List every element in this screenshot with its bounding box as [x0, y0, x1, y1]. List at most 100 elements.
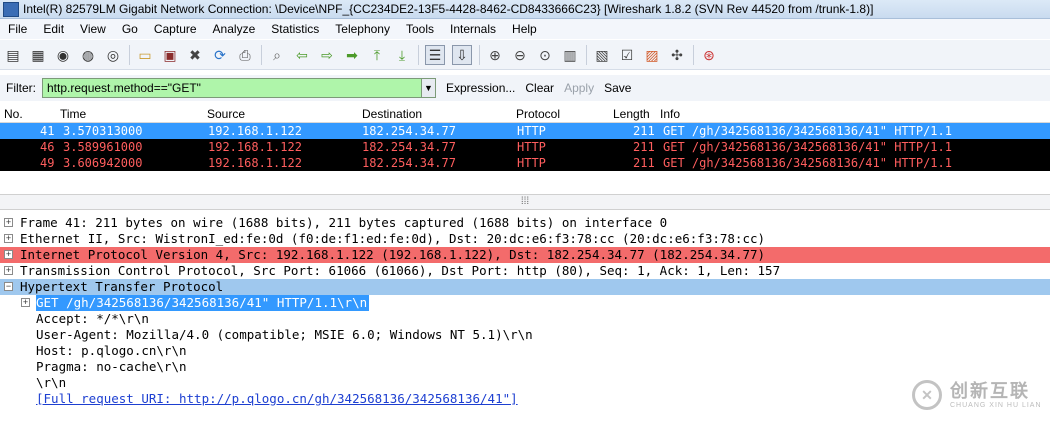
- packet-protocol: HTTP: [517, 140, 546, 154]
- reload-icon[interactable]: ⟳: [211, 46, 229, 64]
- watermark-text: 创新互联: [950, 380, 1030, 401]
- packet-row[interactable]: 49 3.606942000 192.168.1.122 182.254.34.…: [0, 155, 1050, 171]
- menu-internals[interactable]: Internals: [442, 22, 504, 36]
- packet-length: 211: [633, 156, 655, 170]
- expand-plus-icon[interactable]: +: [4, 234, 13, 243]
- watermark: ✕ 创新互联 CHUANG XIN HU LIAN: [912, 370, 1050, 420]
- menu-statistics[interactable]: Statistics: [263, 22, 327, 36]
- column-source[interactable]: Source: [207, 107, 245, 121]
- packet-no: 46: [40, 140, 55, 154]
- column-destination[interactable]: Destination: [362, 107, 422, 121]
- open-file-icon[interactable]: ▭: [136, 46, 154, 64]
- start-capture-icon[interactable]: ◉: [54, 46, 72, 64]
- column-time[interactable]: Time: [60, 107, 86, 121]
- restart-capture-icon[interactable]: ◎: [104, 46, 122, 64]
- packet-row[interactable]: 46 3.589961000 192.168.1.122 182.254.34.…: [0, 139, 1050, 155]
- menu-edit[interactable]: Edit: [35, 22, 72, 36]
- column-length[interactable]: Length: [613, 107, 650, 121]
- tree-row-host[interactable]: Host: p.qlogo.cn\r\n: [0, 343, 1050, 359]
- tree-row-label: Transmission Control Protocol, Src Port:…: [20, 263, 781, 278]
- packet-protocol: HTTP: [517, 124, 546, 138]
- save-button[interactable]: Save: [604, 81, 631, 95]
- expand-plus-icon[interactable]: +: [21, 298, 30, 307]
- go-to-packet-icon[interactable]: ➡: [343, 46, 361, 64]
- tree-row-crlf[interactable]: \r\n: [0, 375, 1050, 391]
- packet-length: 211: [633, 140, 655, 154]
- expand-plus-icon[interactable]: +: [4, 218, 13, 227]
- packet-source: 192.168.1.122: [208, 140, 302, 154]
- print-icon[interactable]: ⎙: [236, 46, 254, 64]
- menu-analyze[interactable]: Analyze: [205, 22, 264, 36]
- tree-row-request-line-container[interactable]: + GET /gh/342568136/342568136/41" HTTP/1…: [0, 295, 1050, 311]
- menu-go[interactable]: Go: [114, 22, 146, 36]
- expand-plus-icon[interactable]: +: [4, 266, 13, 275]
- tree-row-frame[interactable]: + Frame 41: 211 bytes on wire (1688 bits…: [0, 215, 1050, 231]
- packet-no: 49: [40, 156, 55, 170]
- tree-row-full-uri[interactable]: [Full request URI: http://p.qlogo.cn/gh/…: [0, 391, 1050, 407]
- column-protocol[interactable]: Protocol: [516, 107, 560, 121]
- wireshark-app-icon: [3, 1, 19, 17]
- menu-telephony[interactable]: Telephony: [327, 22, 398, 36]
- zoom-out-icon[interactable]: ⊖: [511, 46, 529, 64]
- packet-time: 3.606942000: [63, 156, 143, 170]
- tree-row-label: \r\n: [36, 375, 67, 390]
- find-packet-icon[interactable]: ⌕: [268, 46, 286, 64]
- window-title: Intel(R) 82579LM Gigabit Network Connect…: [23, 2, 874, 16]
- filter-dropdown-icon[interactable]: ▼: [422, 78, 436, 98]
- tree-row-label: Host: p.qlogo.cn\r\n: [36, 343, 187, 358]
- menu-file[interactable]: File: [0, 22, 35, 36]
- packet-row[interactable]: 41 3.570313000 192.168.1.122 182.254.34.…: [0, 123, 1050, 139]
- zoom-in-icon[interactable]: ⊕: [486, 46, 504, 64]
- clear-button[interactable]: Clear: [525, 81, 554, 95]
- tree-row-ethernet[interactable]: + Ethernet II, Src: WistronI_ed:fe:0d (f…: [0, 231, 1050, 247]
- go-last-icon[interactable]: ⤓: [393, 46, 411, 64]
- capture-filters-icon[interactable]: ▧: [593, 46, 611, 64]
- full-request-uri-link[interactable]: [Full request URI: http://p.qlogo.cn/gh/…: [36, 391, 518, 407]
- tree-row-accept[interactable]: Accept: */*\r\n: [0, 311, 1050, 327]
- close-file-icon[interactable]: ✖: [186, 46, 204, 64]
- tree-row-label: GET /gh/342568136/342568136/41" HTTP/1.1…: [36, 295, 370, 311]
- auto-scroll-icon[interactable]: ⇩: [452, 44, 472, 65]
- toolbar-separator: [586, 44, 587, 65]
- go-forward-icon[interactable]: ⇨: [318, 46, 336, 64]
- packet-protocol: HTTP: [517, 156, 546, 170]
- save-file-icon[interactable]: ▣: [161, 46, 179, 64]
- packet-destination: 182.254.34.77: [362, 140, 456, 154]
- interfaces-icon[interactable]: ▤: [4, 46, 22, 64]
- colorize-icon[interactable]: ☰: [425, 44, 445, 65]
- tree-row-tcp[interactable]: + Transmission Control Protocol, Src Por…: [0, 263, 1050, 279]
- menu-help[interactable]: Help: [504, 22, 545, 36]
- tree-row-label: Frame 41: 211 bytes on wire (1688 bits),…: [20, 215, 668, 230]
- toolbar-separator: [129, 44, 130, 65]
- tree-row-label: Pragma: no-cache\r\n: [36, 359, 187, 374]
- expand-plus-icon[interactable]: +: [4, 250, 13, 259]
- zoom-normal-icon[interactable]: ⊙: [536, 46, 554, 64]
- capture-options-icon[interactable]: ▦: [29, 46, 47, 64]
- help-icon[interactable]: ⊛: [700, 46, 718, 64]
- packet-source: 192.168.1.122: [208, 156, 302, 170]
- column-info[interactable]: Info: [660, 107, 680, 121]
- stop-capture-icon[interactable]: ◍: [79, 46, 97, 64]
- display-filter-input[interactable]: http.request.method=="GET": [42, 78, 422, 98]
- tree-row-user-agent[interactable]: User-Agent: Mozilla/4.0 (compatible; MSI…: [0, 327, 1050, 343]
- packet-no: 41: [40, 124, 55, 138]
- tree-row-http[interactable]: − Hypertext Transfer Protocol: [0, 279, 1050, 295]
- menu-view[interactable]: View: [72, 22, 114, 36]
- preferences-icon[interactable]: ✣: [668, 46, 686, 64]
- column-no[interactable]: No.: [4, 107, 23, 121]
- expression-button[interactable]: Expression...: [446, 81, 515, 95]
- resize-columns-icon[interactable]: ▥: [561, 46, 579, 64]
- title-bar: Intel(R) 82579LM Gigabit Network Connect…: [0, 0, 1050, 19]
- menu-tools[interactable]: Tools: [398, 22, 442, 36]
- tree-row-ip[interactable]: + Internet Protocol Version 4, Src: 192.…: [0, 247, 1050, 263]
- coloring-rules-icon[interactable]: ▨: [643, 46, 661, 64]
- go-first-icon[interactable]: ⤒: [368, 46, 386, 64]
- go-back-icon[interactable]: ⇦: [293, 46, 311, 64]
- apply-button[interactable]: Apply: [564, 81, 594, 95]
- menu-capture[interactable]: Capture: [146, 22, 205, 36]
- pane-splitter-handle[interactable]: ⁞⁞⁞: [0, 194, 1050, 210]
- tree-row-pragma[interactable]: Pragma: no-cache\r\n: [0, 359, 1050, 375]
- display-filters-icon[interactable]: ☑: [618, 46, 636, 64]
- packet-destination: 182.254.34.77: [362, 156, 456, 170]
- collapse-minus-icon[interactable]: −: [4, 282, 13, 291]
